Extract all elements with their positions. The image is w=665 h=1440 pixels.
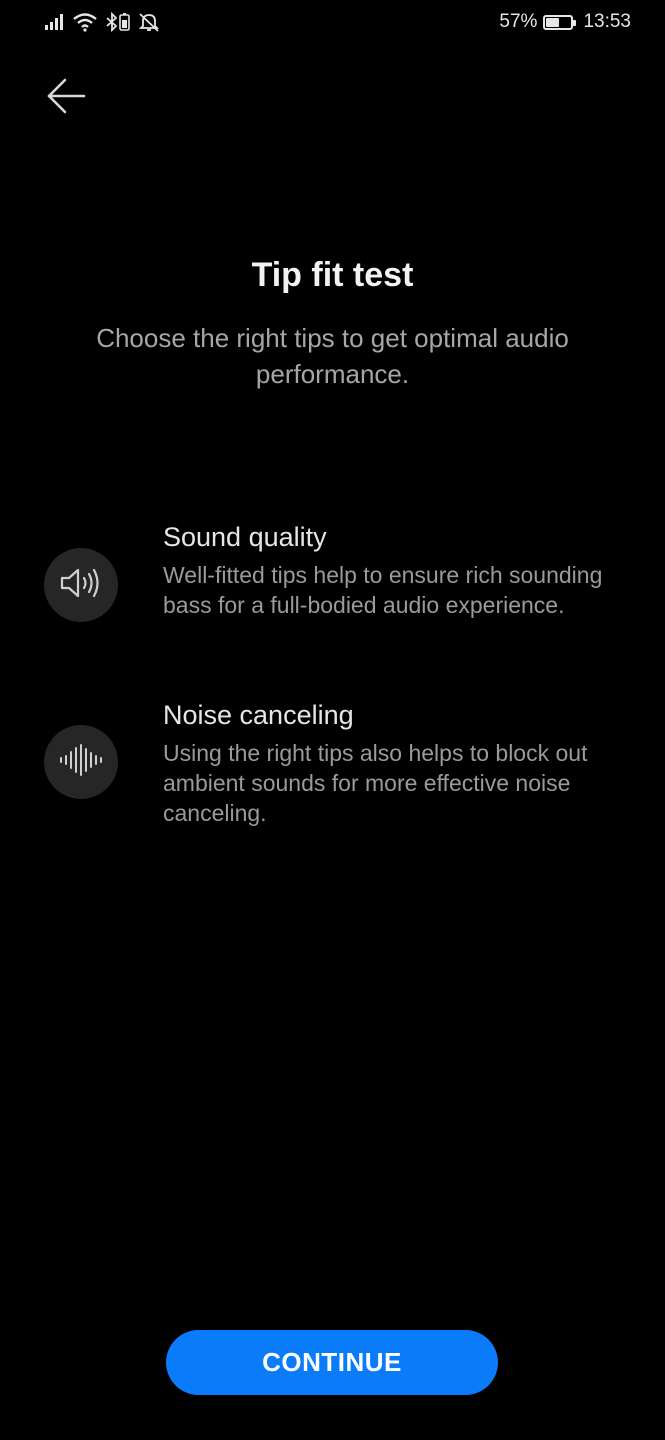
bluetooth-battery-icon (104, 11, 132, 37)
status-bar: 57% 13:53 (0, 0, 665, 48)
battery-percent: 57% (499, 11, 538, 32)
feature-icon-circle (44, 548, 118, 622)
feature-text: Sound quality Well-fitted tips help to e… (163, 520, 623, 620)
feature-icon-circle (44, 725, 118, 799)
feature-title: Sound quality (163, 522, 327, 552)
feature-description: Using the right tips also helps to block… (163, 740, 588, 826)
signal-icon (44, 13, 66, 36)
status-time: 13:53 (583, 11, 631, 32)
notifications-off-icon (138, 12, 160, 37)
page-title: Tip fit test (251, 256, 414, 294)
back-button[interactable] (40, 74, 92, 122)
page-subtitle: Choose the right tips to get optimal aud… (96, 323, 569, 389)
feature-title: Noise canceling (163, 700, 354, 730)
sound-wave-icon (58, 743, 104, 782)
speaker-volume-icon (58, 566, 104, 605)
arrow-left-icon (45, 77, 87, 120)
feature-text: Noise canceling Using the right tips als… (163, 698, 623, 828)
continue-button[interactable]: CONTINUE (166, 1330, 498, 1395)
status-bar-right: 57% 13:53 (499, 11, 631, 33)
wifi-icon (72, 12, 98, 37)
feature-description: Well-fitted tips help to ensure rich sou… (163, 562, 603, 618)
status-bar-left (44, 11, 160, 37)
battery-fill (546, 17, 560, 27)
battery-icon (543, 14, 577, 30)
